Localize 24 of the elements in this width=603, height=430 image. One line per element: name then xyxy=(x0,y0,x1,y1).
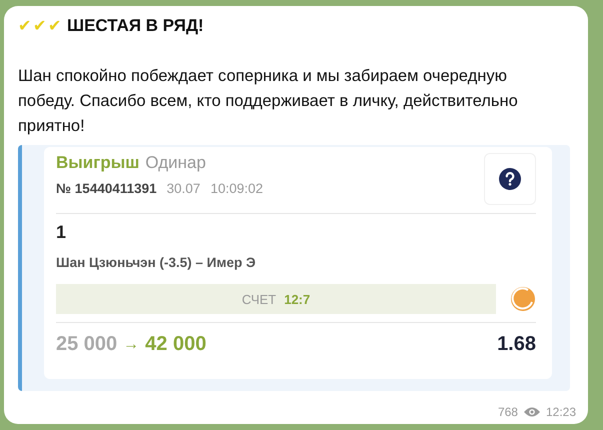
bet-pick: 1 xyxy=(56,222,68,243)
help-icon xyxy=(499,168,521,190)
odds-value: 1.68 xyxy=(497,333,536,356)
bet-status: Выигрыш xyxy=(56,153,140,173)
bet-number: № 15440411391 xyxy=(56,181,157,196)
score-label: СЧЕТ xyxy=(242,292,276,306)
help-button[interactable] xyxy=(484,153,536,205)
bet-date: 30.07 xyxy=(166,181,200,196)
arrow-icon: → xyxy=(123,336,140,354)
checkmark-icon: ✔ xyxy=(18,16,31,36)
message-time: 12:23 xyxy=(546,405,576,419)
checkmark-icon: ✔ xyxy=(48,16,61,36)
view-count: 768 xyxy=(498,405,518,419)
score-value: 12:7 xyxy=(284,292,310,306)
message-text: Шан спокойно побеждает соперника и мы забираем очередную победу. Спасибо всем, кто поддерживает в личку, действительно приятно! xyxy=(18,66,519,137)
message-title: ШЕСТАЯ В РЯД! xyxy=(67,16,204,36)
eye-icon xyxy=(522,406,541,418)
bet-time: 10:09:02 xyxy=(210,181,264,196)
ball-icon xyxy=(510,286,536,312)
checkmark-icon: ✔ xyxy=(33,16,46,36)
match-name: Шан Цзюньчэн (-3.5) – Имер Э xyxy=(56,255,257,270)
stake-amount: 25 000 xyxy=(56,333,118,356)
bet-type: Одинар xyxy=(145,153,206,173)
payout-amount: 42 000 xyxy=(145,333,206,356)
